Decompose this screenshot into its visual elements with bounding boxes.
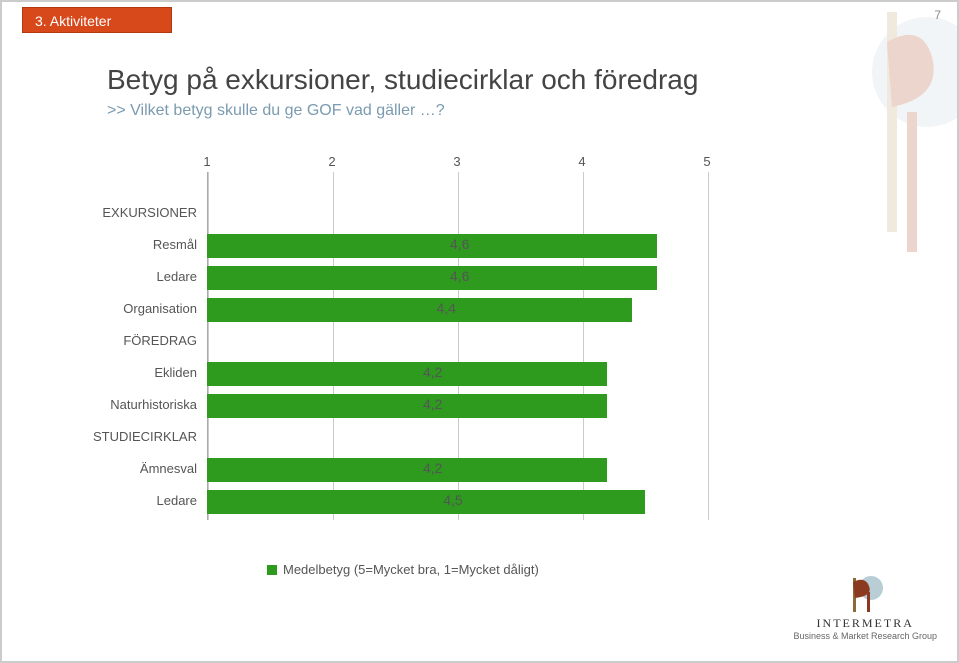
footer-logo: INTERMETRA Business & Market Research Gr…: [793, 574, 937, 641]
chart-x-tick: 5: [703, 154, 710, 169]
chart-row-label: STUDIECIRKLAR: [57, 429, 197, 444]
chart-bar-row: Ledare4,6: [207, 264, 707, 292]
chart-x-tick: 4: [578, 154, 585, 169]
section-tab: 3. Aktiviteter: [22, 7, 172, 33]
watermark-logo: [837, 2, 957, 262]
page-title: Betyg på exkursioner, studiecirklar och …: [107, 64, 827, 96]
chart-bar-value: 4,2: [423, 460, 442, 476]
chart-bar-row: Organisation4,4: [207, 296, 707, 324]
page-number: 7: [934, 8, 941, 22]
chart-x-tick: 3: [453, 154, 460, 169]
legend-label: Medelbetyg (5=Mycket bra, 1=Mycket dålig…: [283, 562, 539, 577]
chart-bar-value: 4,6: [450, 236, 469, 252]
chart-bar-row: Resmål4,6: [207, 232, 707, 260]
slide: 3. Aktiviteter 7 Betyg på exkursioner, s…: [0, 0, 959, 663]
chart-row-label: Ämnesval: [57, 461, 197, 476]
chart-bar-row: Ämnesval4,2: [207, 456, 707, 484]
chart-bar: [207, 266, 657, 290]
footer-tagline: Business & Market Research Group: [793, 631, 937, 641]
chart-bar-row: Naturhistoriska4,2: [207, 392, 707, 420]
chart-x-tick: 2: [328, 154, 335, 169]
chart-bar-row: Ledare4,5: [207, 488, 707, 516]
chart-bar-row: Ekliden4,2: [207, 360, 707, 388]
chart-row-label: Ekliden: [57, 365, 197, 380]
chart-group-header: EXKURSIONER: [207, 200, 707, 228]
chart-x-tick: 1: [203, 154, 210, 169]
chart-row-label: Ledare: [57, 493, 197, 508]
chart-bar: [207, 298, 632, 322]
chart-bar: [207, 362, 607, 386]
chart-row-label: Naturhistoriska: [57, 397, 197, 412]
chart: 12345 EXKURSIONERResmål4,6Ledare4,6Organ…: [67, 172, 707, 592]
chart-bar-value: 4,2: [423, 396, 442, 412]
chart-row-label: FÖREDRAG: [57, 333, 197, 348]
chart-group-header: STUDIECIRKLAR: [207, 424, 707, 452]
chart-bar: [207, 234, 657, 258]
chart-bar-value: 4,4: [437, 300, 456, 316]
chart-bar-value: 4,5: [443, 492, 462, 508]
footer-logo-icon: [845, 574, 885, 614]
footer-brand: INTERMETRA: [793, 616, 937, 631]
page-subtitle: >> Vilket betyg skulle du ge GOF vad gäl…: [107, 102, 827, 120]
title-area: Betyg på exkursioner, studiecirklar och …: [107, 64, 827, 120]
chart-bar: [207, 490, 645, 514]
chart-bar-value: 4,2: [423, 364, 442, 380]
chart-row-label: Organisation: [57, 301, 197, 316]
chart-bar: [207, 394, 607, 418]
chart-bar-value: 4,6: [450, 268, 469, 284]
chart-row-label: Resmål: [57, 237, 197, 252]
chart-x-axis-ticks: 12345: [207, 154, 707, 170]
legend-swatch: [267, 565, 277, 575]
chart-legend: Medelbetyg (5=Mycket bra, 1=Mycket dålig…: [267, 562, 539, 577]
chart-row-label: EXKURSIONER: [57, 205, 197, 220]
chart-group-header: FÖREDRAG: [207, 328, 707, 356]
chart-gridline: [708, 172, 709, 520]
chart-rows: EXKURSIONER Resmål4,6 Ledare4,6 Organisatio…: [207, 200, 707, 520]
chart-bar: [207, 458, 607, 482]
chart-row-label: Ledare: [57, 269, 197, 284]
